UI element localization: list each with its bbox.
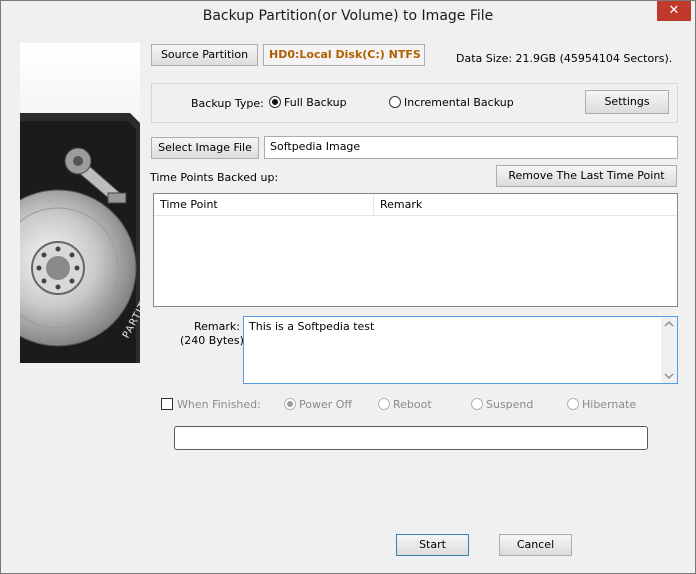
scroll-arrows-icon [664, 321, 674, 379]
remark-text: This is a Softpedia test [249, 320, 375, 333]
when-finished-checkbox[interactable] [161, 398, 173, 410]
time-points-label: Time Points Backed up: [150, 171, 279, 184]
hard-drive-icon: PARTITIONGURU [20, 43, 140, 363]
start-button[interactable]: Start [396, 534, 469, 556]
remark-textarea[interactable]: This is a Softpedia test [243, 316, 678, 384]
title-bar: Backup Partition(or Volume) to Image Fil… [1, 1, 695, 33]
partition-value: HD0:Local Disk(C:) NTFS 126. [263, 44, 425, 66]
suspend-label[interactable]: Suspend [486, 398, 533, 411]
hibernate-radio[interactable] [567, 398, 579, 410]
image-file-input[interactable]: Softpedia Image [264, 136, 678, 159]
close-icon: ✕ [668, 3, 680, 18]
cancel-button[interactable]: Cancel [499, 534, 572, 556]
backup-dialog: Backup Partition(or Volume) to Image Fil… [0, 0, 696, 574]
close-button[interactable]: ✕ [657, 1, 691, 21]
progress-bar [174, 426, 648, 450]
full-backup-label[interactable]: Full Backup [284, 96, 347, 109]
column-header-time-point[interactable]: Time Point [154, 194, 374, 216]
when-finished-label[interactable]: When Finished: [177, 398, 261, 411]
data-size-text: Data Size: 21.9GB (45954104 Sectors). [456, 52, 673, 65]
power-off-radio[interactable] [284, 398, 296, 410]
remove-last-time-point-button[interactable]: Remove The Last Time Point [496, 165, 677, 187]
suspend-radio[interactable] [471, 398, 483, 410]
reboot-radio[interactable] [378, 398, 390, 410]
incremental-backup-label[interactable]: Incremental Backup [404, 96, 514, 109]
backup-type-label: Backup Type: [191, 97, 264, 110]
column-header-remark[interactable]: Remark [374, 194, 677, 216]
side-banner-image: PARTITIONGURU [20, 43, 140, 363]
remark-bytes: (240 Bytes) [180, 334, 244, 347]
remark-label: Remark: [194, 320, 240, 333]
window-title: Backup Partition(or Volume) to Image Fil… [202, 8, 494, 24]
remark-scrollbar[interactable] [661, 317, 677, 383]
power-off-label[interactable]: Power Off [299, 398, 352, 411]
hibernate-label[interactable]: Hibernate [582, 398, 636, 411]
time-points-table[interactable]: Time Point Remark [153, 193, 678, 307]
reboot-label[interactable]: Reboot [393, 398, 432, 411]
full-backup-radio[interactable] [269, 96, 281, 108]
select-image-file-button[interactable]: Select Image File [151, 137, 259, 159]
source-partition-button[interactable]: Source Partition [151, 44, 258, 66]
incremental-backup-radio[interactable] [389, 96, 401, 108]
settings-button[interactable]: Settings [585, 90, 669, 114]
